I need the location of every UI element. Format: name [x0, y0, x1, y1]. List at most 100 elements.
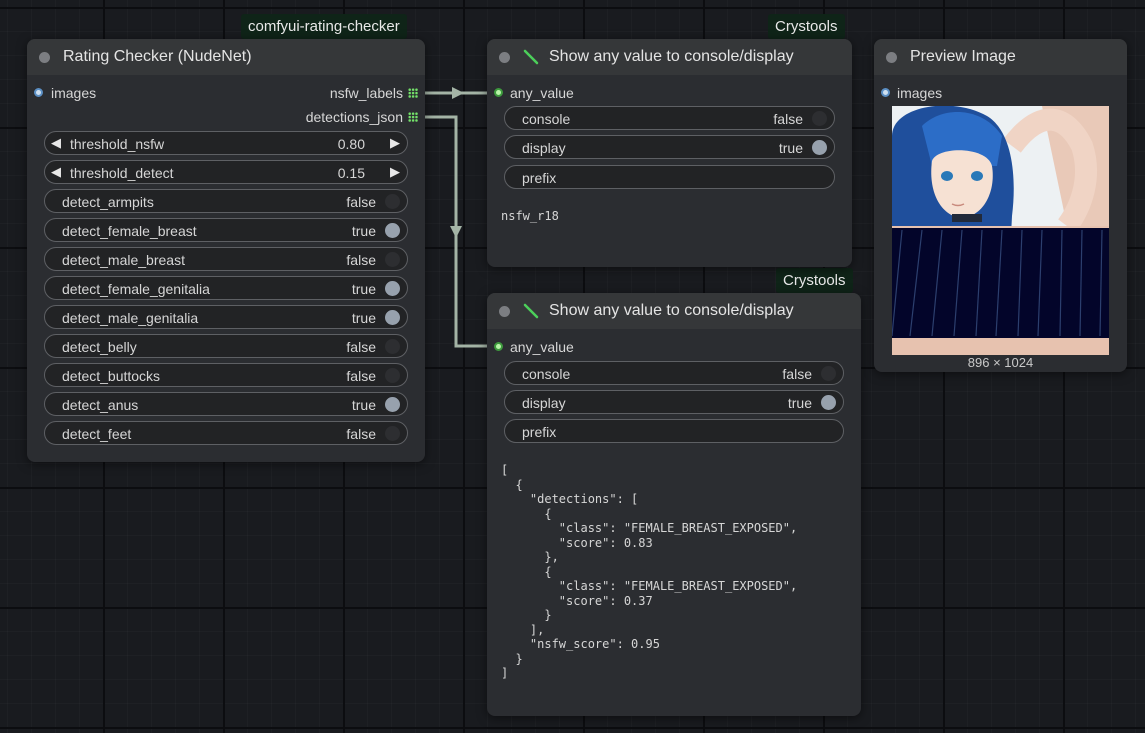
- toggle-knob[interactable]: [812, 140, 827, 155]
- widget-label: prefix: [522, 424, 557, 440]
- show-value-node-1[interactable]: Show any value to console/display any_va…: [487, 39, 852, 267]
- widget-value: true: [778, 140, 803, 156]
- toggle-knob[interactable]: [385, 223, 400, 238]
- rating-checker-node[interactable]: Rating Checker (NudeNet) images nsfw_lab…: [27, 39, 425, 462]
- widget-label: console: [522, 366, 571, 382]
- detect-female-genitalia-toggle[interactable]: detect_female_genitalia true: [44, 276, 408, 300]
- detect-male-breast-toggle[interactable]: detect_male_breast false: [44, 247, 408, 271]
- widget-value: false: [346, 368, 376, 384]
- widget-value: 0.15: [337, 165, 365, 181]
- display-output-text: nsfw_r18: [501, 209, 559, 223]
- widget-label: display: [522, 395, 566, 411]
- widget-label: detect_buttocks: [62, 368, 161, 384]
- threshold-nsfw-widget[interactable]: ◀ threshold_nsfw 0.80 ▶: [44, 131, 408, 155]
- toggle-knob[interactable]: [385, 426, 400, 441]
- widget-label: display: [522, 140, 566, 156]
- collapse-dot[interactable]: [886, 52, 897, 63]
- green-slash-icon: [523, 303, 539, 319]
- node-title: Show any value to console/display: [549, 302, 794, 319]
- image-size-label: 896 × 1024: [967, 355, 1034, 370]
- input-slot-any-value[interactable]: [494, 342, 503, 351]
- toggle-knob[interactable]: [385, 397, 400, 412]
- input-slot-images[interactable]: [881, 88, 890, 97]
- show-value-node-2[interactable]: Show any value to console/display any_va…: [487, 293, 861, 716]
- widget-label: detect_feet: [62, 426, 132, 442]
- input-slot-any-value[interactable]: [494, 88, 503, 97]
- decrement-arrow-icon[interactable]: ◀: [51, 135, 61, 151]
- prefix-field[interactable]: prefix: [504, 419, 844, 443]
- toggle-knob[interactable]: [385, 281, 400, 296]
- toggle-knob[interactable]: [821, 395, 836, 410]
- toggle-knob[interactable]: [812, 111, 827, 126]
- widget-label: detect_anus: [62, 397, 139, 413]
- widget-label: detect_male_genitalia: [62, 310, 199, 326]
- widget-label: detect_male_breast: [62, 252, 185, 268]
- collapse-dot[interactable]: [39, 52, 50, 63]
- node-title: Show any value to console/display: [549, 48, 794, 65]
- detect-anus-toggle[interactable]: detect_anus true: [44, 392, 408, 416]
- collapse-dot[interactable]: [499, 52, 510, 63]
- toggle-knob[interactable]: [821, 366, 836, 381]
- prefix-field[interactable]: prefix: [504, 165, 835, 189]
- green-slash-icon: [523, 49, 539, 65]
- collapse-dot[interactable]: [499, 306, 510, 317]
- widget-value: true: [351, 397, 376, 413]
- widget-value: false: [346, 252, 376, 268]
- output-label-nsfw-labels: nsfw_labels: [329, 85, 403, 101]
- output-label-detections-json: detections_json: [305, 109, 403, 125]
- input-slot-images[interactable]: [34, 88, 43, 97]
- grid-slot-icon[interactable]: [408, 112, 418, 122]
- widget-value: false: [346, 194, 376, 210]
- link-arrow-1: [452, 87, 464, 99]
- display-toggle[interactable]: display true: [504, 390, 844, 414]
- widget-value: false: [773, 111, 803, 127]
- widget-label: detect_female_breast: [62, 223, 197, 239]
- input-label-images: images: [51, 85, 97, 101]
- widget-label: threshold_detect: [70, 165, 174, 181]
- grid-slot-icon[interactable]: [408, 88, 418, 98]
- console-toggle[interactable]: console false: [504, 106, 835, 130]
- toggle-knob[interactable]: [385, 194, 400, 209]
- console-toggle[interactable]: console false: [504, 361, 844, 385]
- decrement-arrow-icon[interactable]: ◀: [51, 164, 61, 180]
- widget-value: false: [346, 339, 376, 355]
- widget-value: true: [351, 281, 376, 297]
- input-label-any-value: any_value: [510, 85, 574, 101]
- detect-belly-toggle[interactable]: detect_belly false: [44, 334, 408, 358]
- widget-label: detect_armpits: [62, 194, 154, 210]
- toggle-knob[interactable]: [385, 252, 400, 267]
- link-arrow-2: [450, 226, 462, 238]
- pack-badge-rating-checker: comfyui-rating-checker: [241, 14, 407, 39]
- threshold-detect-widget[interactable]: ◀ threshold_detect 0.15 ▶: [44, 160, 408, 184]
- widget-value: true: [787, 395, 812, 411]
- input-label-images: images: [897, 85, 943, 101]
- widget-label: threshold_nsfw: [70, 136, 165, 152]
- detect-armpits-toggle[interactable]: detect_armpits false: [44, 189, 408, 213]
- widget-value: true: [351, 310, 376, 326]
- widget-label: detect_female_genitalia: [62, 281, 210, 297]
- node-title: Rating Checker (NudeNet): [63, 48, 252, 65]
- widget-label: prefix: [522, 170, 557, 186]
- detect-buttocks-toggle[interactable]: detect_buttocks false: [44, 363, 408, 387]
- detect-male-genitalia-toggle[interactable]: detect_male_genitalia true: [44, 305, 408, 329]
- widget-value: true: [351, 223, 376, 239]
- detect-female-breast-toggle[interactable]: detect_female_breast true: [44, 218, 408, 242]
- detect-feet-toggle[interactable]: detect_feet false: [44, 421, 408, 445]
- input-label-any-value: any_value: [510, 339, 574, 355]
- toggle-knob[interactable]: [385, 339, 400, 354]
- preview-image[interactable]: [892, 106, 1109, 355]
- widget-value: false: [346, 426, 376, 442]
- preview-illustration: [892, 106, 1109, 355]
- pack-badge-crystools: Crystools: [768, 14, 845, 39]
- display-toggle[interactable]: display true: [504, 135, 835, 159]
- toggle-knob[interactable]: [385, 310, 400, 325]
- link-detections-json: [420, 115, 490, 348]
- increment-arrow-icon[interactable]: ▶: [390, 135, 400, 151]
- widget-value: 0.80: [337, 136, 365, 152]
- widget-value: false: [782, 366, 812, 382]
- node-title: Preview Image: [910, 48, 1016, 65]
- widget-label: console: [522, 111, 571, 127]
- toggle-knob[interactable]: [385, 368, 400, 383]
- pack-badge-crystools: Crystools: [776, 268, 853, 293]
- increment-arrow-icon[interactable]: ▶: [390, 164, 400, 180]
